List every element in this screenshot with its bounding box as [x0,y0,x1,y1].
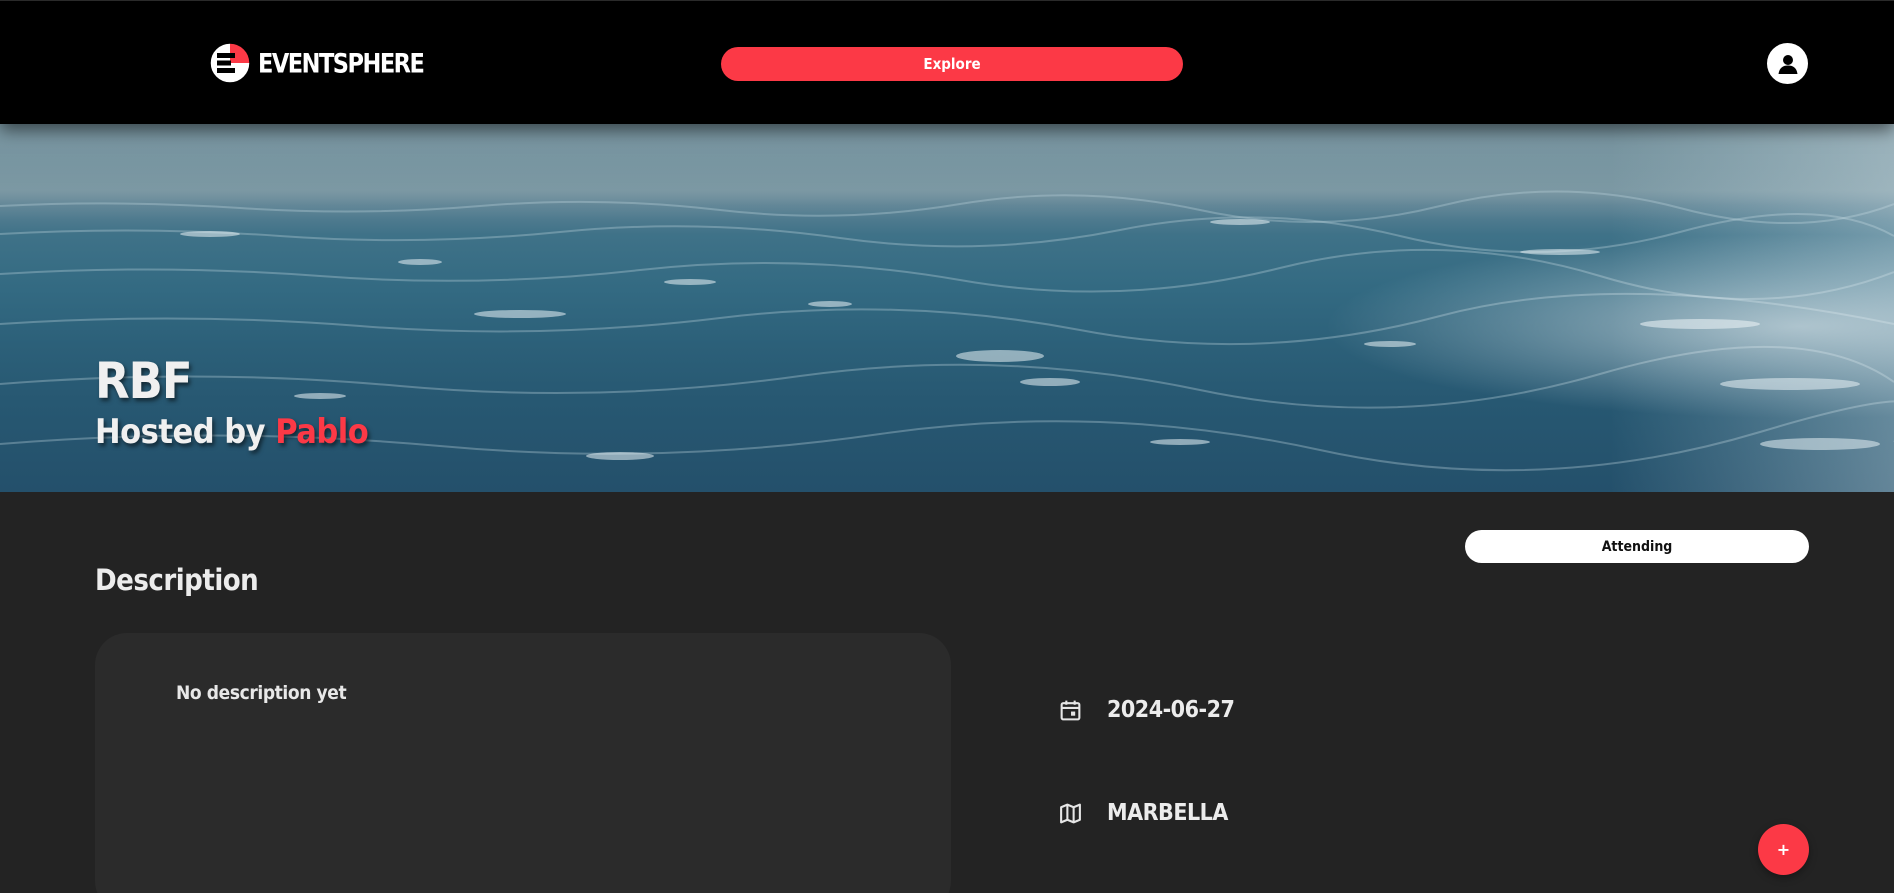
user-avatar-icon [1778,54,1797,74]
add-floating-button[interactable]: + [1758,824,1809,875]
event-location-row: MARBELLA [1058,800,1228,826]
host-name-link[interactable]: Pablo [275,412,369,452]
event-host-line: Hosted by Pablo [95,412,369,452]
brand-logo[interactable]: EVENTSPHERE [208,41,425,85]
explore-button[interactable]: Explore [721,47,1183,81]
top-navbar: EVENTSPHERE Explore [0,0,1894,124]
eventsphere-logo-icon [209,42,251,84]
event-date: 2024-06-27 [1107,697,1235,723]
brand-name: EVENTSPHERE [258,47,425,79]
description-heading: Description [95,563,259,597]
map-icon [1060,803,1081,823]
user-avatar-button[interactable] [1767,43,1808,84]
attending-button[interactable]: Attending [1465,530,1809,563]
hosted-by-label: Hosted by [95,412,266,452]
calendar-icon [1060,700,1081,720]
event-cover-banner: RBF Hosted by Pablo [0,124,1894,492]
event-date-row: 2024-06-27 [1058,697,1235,723]
description-card: No description yet [95,633,951,893]
description-text: No description yet [176,682,347,704]
event-title: RBF [95,352,193,410]
event-location: MARBELLA [1107,800,1228,826]
